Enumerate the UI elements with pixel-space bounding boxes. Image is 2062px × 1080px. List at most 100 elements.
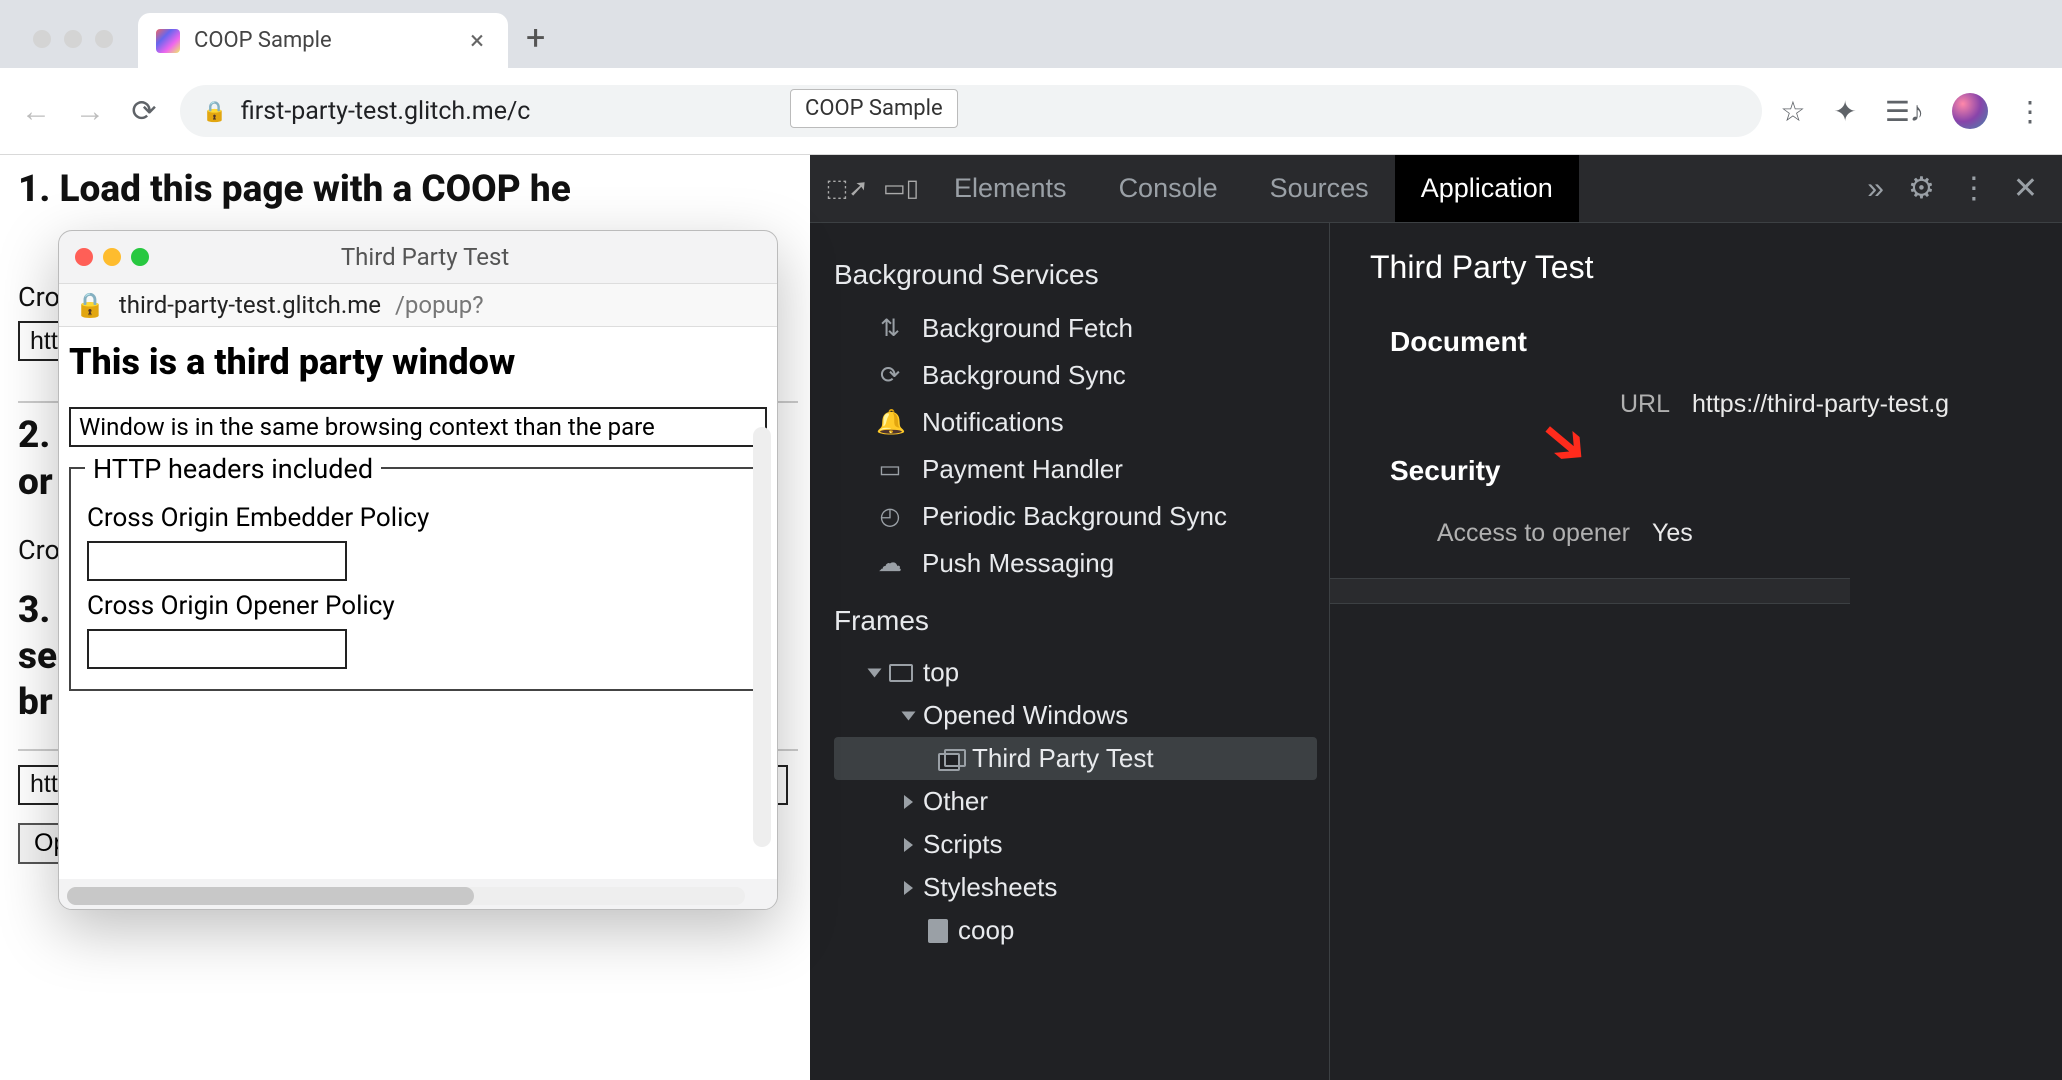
popup-vertical-scrollbar[interactable]	[753, 427, 771, 847]
browser-menu-icon[interactable]: ⋮	[2016, 95, 2044, 128]
new-tab-button[interactable]: +	[526, 18, 545, 58]
popup-address-bar[interactable]: 🔒 third-party-test.glitch.me/popup?	[59, 283, 777, 327]
sidebar-item-payment-handler[interactable]: ▭Payment Handler	[834, 446, 1329, 493]
sidebar-item-background-fetch[interactable]: ⇅Background Fetch	[834, 305, 1329, 352]
popup-url-host: third-party-test.glitch.me	[119, 291, 381, 319]
settings-gear-icon[interactable]: ⚙	[1908, 171, 1935, 206]
forward-button[interactable]: →	[72, 94, 108, 129]
cloud-icon: ☁	[876, 549, 904, 578]
address-bar[interactable]: 🔒 first-party-test.glitch.me/c COOP Samp…	[180, 85, 1762, 137]
frame-top[interactable]: top	[834, 651, 1329, 694]
bookmark-star-icon[interactable]: ☆	[1780, 95, 1805, 128]
frame-other[interactable]: Other	[834, 780, 1329, 823]
url-text: first-party-test.glitch.me/c	[241, 97, 530, 126]
tab-title: COOP Sample	[194, 28, 450, 53]
url-tooltip: COOP Sample	[790, 89, 958, 128]
window-controls	[33, 30, 113, 48]
document-icon	[928, 919, 948, 943]
coep-label: Cross Origin Embedder Policy	[87, 503, 749, 533]
toolbar: ← → ⟳ 🔒 first-party-test.glitch.me/c COO…	[0, 68, 2062, 155]
section-document: Document	[1390, 326, 2062, 358]
tab-close-icon[interactable]: ×	[464, 26, 490, 56]
frame-detail-pane: Third Party Test Document URL https://th…	[1330, 223, 2062, 1080]
popup-titlebar[interactable]: Third Party Test	[59, 231, 777, 283]
tab-elements[interactable]: Elements	[928, 155, 1093, 222]
bell-icon: 🔔	[876, 408, 904, 437]
clock-icon: ◴	[876, 502, 904, 531]
devtools-close-icon[interactable]: ✕	[2013, 171, 2038, 206]
window-close-icon[interactable]	[33, 30, 51, 48]
http-headers-fieldset: HTTP headers included Cross Origin Embed…	[69, 467, 767, 691]
popup-maximize-icon[interactable]	[131, 248, 149, 266]
device-toolbar-icon[interactable]: ▭▯	[874, 174, 928, 203]
section-security: Security	[1390, 455, 2062, 487]
devtools-body: Background Services ⇅Background Fetch ⟳B…	[810, 223, 2062, 1080]
sidebar-item-background-sync[interactable]: ⟳Background Sync	[834, 352, 1329, 399]
val-url: https://third-party-test.g	[1692, 390, 1949, 419]
scrollbar-thumb[interactable]	[67, 887, 474, 905]
popup-page: This is a third party window Window is i…	[59, 327, 777, 879]
frame-stylesheets[interactable]: Stylesheets	[834, 866, 1329, 909]
detail-separator	[1330, 578, 1850, 604]
disclosure-triangle-icon	[904, 838, 913, 852]
frame-scripts[interactable]: Scripts	[834, 823, 1329, 866]
coop-label: Cross Origin Opener Policy	[87, 591, 749, 621]
sidebar-item-notifications[interactable]: 🔔Notifications	[834, 399, 1329, 446]
sidebar-item-push-messaging[interactable]: ☁Push Messaging	[834, 540, 1329, 587]
sync-icon: ⟳	[876, 361, 904, 390]
lock-icon: 🔒	[75, 291, 105, 319]
browser-chrome: COOP Sample × + ← → ⟳ 🔒 first-party-test…	[0, 0, 2062, 155]
tab-application[interactable]: Application	[1395, 155, 1579, 222]
page-heading-3a: 3.	[18, 589, 50, 632]
reading-list-icon[interactable]: ☰♪	[1885, 95, 1924, 128]
disclosure-triangle-icon	[904, 881, 913, 895]
row-access-to-opener: Access to opener Yes	[1370, 513, 2062, 554]
popup-window: Third Party Test 🔒 third-party-test.glit…	[58, 230, 778, 910]
browser-tab[interactable]: COOP Sample ×	[138, 13, 508, 68]
section-background-services: Background Services	[834, 259, 1329, 291]
coep-input[interactable]	[87, 541, 347, 581]
popup-close-icon[interactable]	[75, 248, 93, 266]
fetch-icon: ⇅	[876, 314, 904, 343]
popup-horizontal-scrollbar[interactable]	[67, 887, 745, 905]
detail-title: Third Party Test	[1370, 249, 2062, 286]
frame-third-party-test[interactable]: Third Party Test	[834, 737, 1317, 780]
devtools-tabstrip: ⬚➚ ▭▯ Elements Console Sources Applicati…	[810, 155, 2062, 223]
disclosure-triangle-icon	[868, 668, 882, 677]
frame-opened-windows[interactable]: Opened Windows	[834, 694, 1329, 737]
more-tabs-icon[interactable]: »	[1867, 172, 1884, 206]
window-minimize-icon[interactable]	[64, 30, 82, 48]
key-access-to-opener: Access to opener	[1410, 519, 1630, 548]
page-heading-2b: or	[18, 461, 53, 504]
tab-console[interactable]: Console	[1093, 155, 1244, 222]
disclosure-triangle-icon	[904, 795, 913, 809]
card-icon: ▭	[876, 455, 904, 484]
page-heading-3b: se	[18, 635, 57, 678]
popup-heading: This is a third party window	[69, 341, 767, 383]
sidebar-item-periodic-background-sync[interactable]: ◴Periodic Background Sync	[834, 493, 1329, 540]
page-heading-3c: br	[18, 681, 53, 724]
inspect-element-icon[interactable]: ⬚➚	[820, 174, 874, 203]
popup-url-path: /popup?	[395, 291, 484, 319]
devtools-menu-icon[interactable]: ⋮	[1959, 171, 1989, 206]
frame-icon	[889, 664, 913, 682]
popup-minimize-icon[interactable]	[103, 248, 121, 266]
lock-icon: 🔒	[202, 99, 227, 123]
back-button[interactable]: ←	[18, 94, 54, 129]
extensions-icon[interactable]: ✦	[1833, 95, 1856, 128]
disclosure-triangle-icon	[902, 711, 916, 720]
profile-avatar-icon[interactable]	[1952, 93, 1988, 129]
coop-input[interactable]	[87, 629, 347, 669]
window-maximize-icon[interactable]	[95, 30, 113, 48]
key-url: URL	[1450, 390, 1670, 419]
fieldset-legend: HTTP headers included	[85, 453, 381, 485]
reload-button[interactable]: ⟳	[126, 94, 162, 129]
window-icon	[938, 749, 962, 769]
tab-favicon-icon	[156, 29, 180, 53]
tab-sources[interactable]: Sources	[1244, 155, 1395, 222]
application-sidebar: Background Services ⇅Background Fetch ⟳B…	[810, 223, 1330, 1080]
section-frames: Frames	[834, 605, 1329, 637]
frame-coop[interactable]: coop	[834, 909, 1329, 952]
toolbar-actions: ☆ ✦ ☰♪ ⋮	[1780, 93, 2044, 129]
popup-title: Third Party Test	[159, 243, 691, 271]
